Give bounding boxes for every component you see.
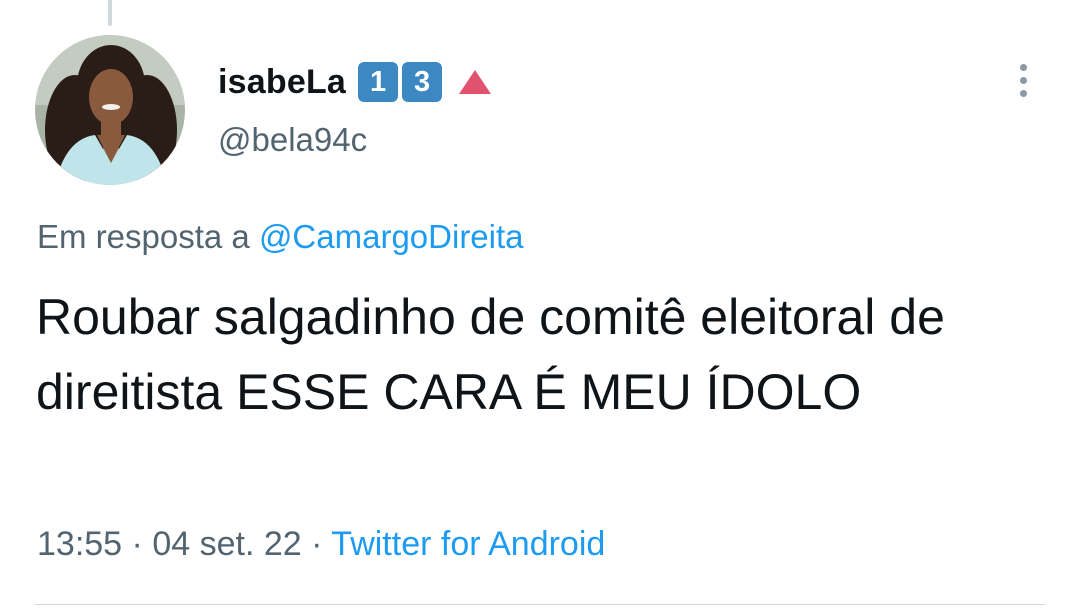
reply-prefix: Em resposta a: [37, 218, 250, 255]
avatar[interactable]: [35, 35, 185, 185]
tweet-date[interactable]: 04 set. 22: [152, 525, 301, 563]
tweet-text: Roubar salgadinho de comitê eleitoral de…: [36, 289, 945, 420]
more-options-button[interactable]: [1005, 58, 1041, 102]
more-options-icon: [1019, 63, 1027, 71]
number-badges: 1 3: [358, 62, 443, 102]
meta-separator: ·: [311, 525, 323, 563]
avatar-image: [35, 35, 185, 185]
more-options-icon-dot: [1019, 76, 1027, 84]
reply-mention-link[interactable]: @CamargoDireita: [259, 218, 524, 255]
tweet-source-link[interactable]: Twitter for Android: [331, 525, 605, 563]
meta-separator: ·: [131, 525, 143, 563]
keycap-badge-1: 1: [358, 62, 399, 102]
author-name-row: isabeLa 1 3: [218, 59, 492, 105]
thread-connector-line: [108, 0, 112, 26]
author-display-name[interactable]: isabeLa: [218, 63, 346, 102]
reply-context: Em resposta a @CamargoDireita: [37, 218, 524, 256]
author-handle[interactable]: @bela94c: [218, 121, 367, 159]
red-up-triangle-icon: [458, 69, 492, 95]
keycap-badge-3: 3: [402, 62, 443, 102]
divider: [35, 604, 1045, 605]
tweet-metadata: 13:55 · 04 set. 22 · Twitter for Android: [37, 525, 605, 564]
more-options-icon-dot: [1019, 89, 1027, 97]
tweet-time[interactable]: 13:55: [37, 525, 122, 563]
